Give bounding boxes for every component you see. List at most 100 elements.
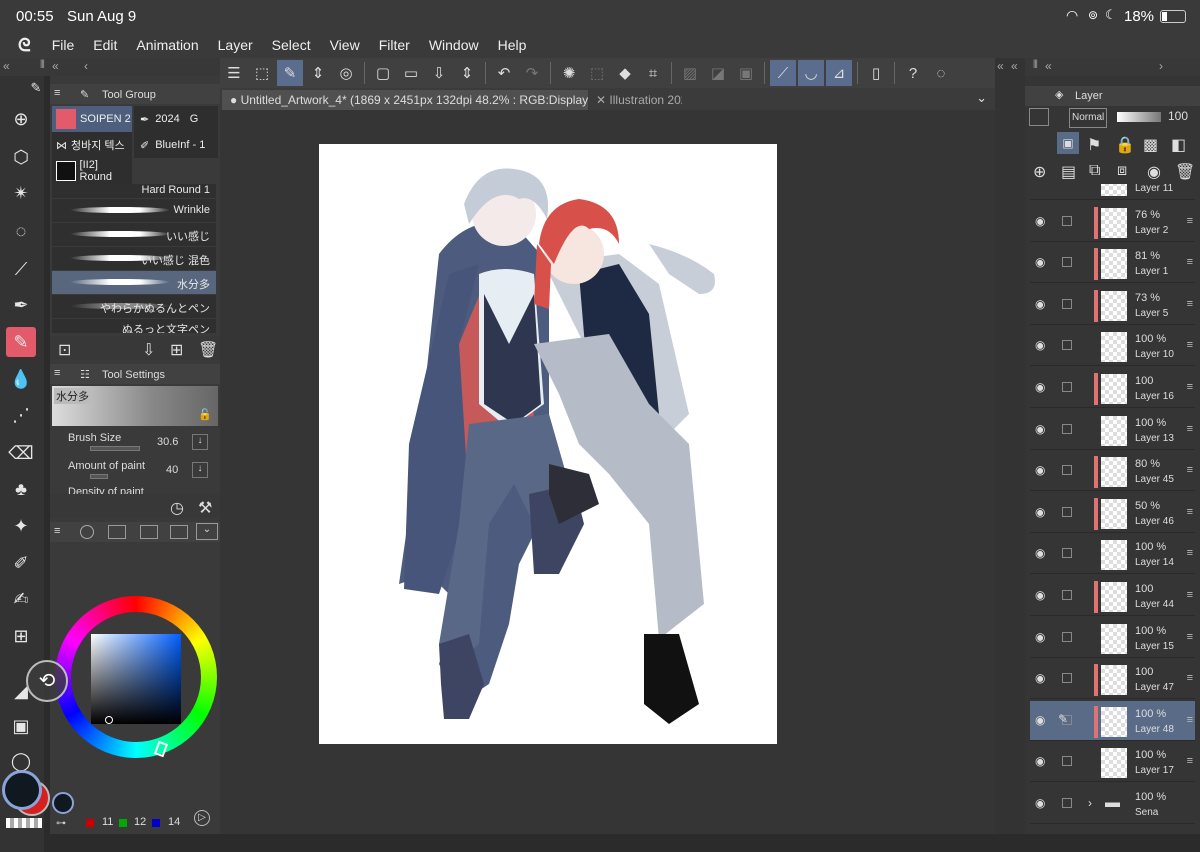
eye-icon[interactable]: ◉ bbox=[1035, 214, 1045, 228]
tab-active[interactable]: ● Untitled_Artwork_4* (1869 x 2451px 132… bbox=[222, 90, 588, 110]
layer-menu-icon[interactable]: ≡ bbox=[1187, 506, 1193, 518]
chevron-updown-icon[interactable]: ⇕ bbox=[305, 60, 331, 86]
subtool-2024[interactable]: ✒ 2024 G bbox=[134, 106, 218, 132]
collapse-icon[interactable]: « bbox=[997, 59, 1004, 73]
canvas-resize-icon[interactable]: ⬚ bbox=[249, 60, 275, 86]
help-icon[interactable]: ? bbox=[900, 60, 926, 86]
amount-value[interactable]: 40 bbox=[166, 464, 178, 476]
layer-menu-icon[interactable]: ≡ bbox=[1187, 381, 1193, 393]
chevron-down-icon[interactable]: ⌄ bbox=[196, 523, 218, 540]
layer-row[interactable]: ◉ 50 % Layer 46 ≡ bbox=[1030, 493, 1195, 533]
subtool-blueinf[interactable]: ✐ BlueInf - 1 bbox=[134, 132, 218, 158]
drag-handle-icon[interactable]: ⦀ bbox=[1033, 59, 1038, 72]
eyedropper-icon[interactable]: ⟋ bbox=[6, 254, 36, 284]
menu-filter[interactable]: Filter bbox=[379, 37, 410, 53]
layer-menu-icon[interactable]: ≡ bbox=[1187, 547, 1193, 559]
chevron-down-icon[interactable]: ⌄ bbox=[976, 90, 987, 106]
layer-checkbox[interactable] bbox=[1062, 548, 1072, 559]
layer-checkbox[interactable] bbox=[1062, 673, 1072, 684]
special-ruler-icon[interactable]: ◡ bbox=[798, 60, 824, 86]
lock-transparency-icon[interactable]: ▩ bbox=[1143, 135, 1158, 155]
mask-icon[interactable]: ◧ bbox=[1171, 135, 1186, 155]
opacity-value[interactable]: 100 bbox=[1168, 109, 1188, 123]
artwork-canvas[interactable] bbox=[319, 144, 777, 744]
chevron-left-icon[interactable]: ‹ bbox=[84, 59, 88, 73]
close-icon[interactable]: ✕ bbox=[596, 93, 606, 107]
lasso-tool-icon[interactable]: ◌ bbox=[6, 216, 36, 246]
menu-file[interactable]: File bbox=[52, 37, 75, 53]
collapse-left-icon[interactable]: « bbox=[3, 59, 10, 73]
main-color-swatch[interactable] bbox=[2, 770, 42, 810]
app-logo-icon[interactable]: ᘓ bbox=[18, 35, 31, 56]
menu-edit[interactable]: Edit bbox=[93, 37, 117, 53]
mask-add-icon[interactable]: ◉ bbox=[1147, 162, 1161, 182]
eraser-icon[interactable]: ⌫ bbox=[6, 438, 36, 468]
edit-brush-icon[interactable]: ✎ bbox=[277, 60, 303, 86]
layer-menu-icon[interactable]: ≡ bbox=[1187, 672, 1193, 684]
brush-nurutto[interactable]: ぬるっと文字ペン bbox=[52, 319, 216, 333]
clear-outside-icon[interactable]: ◪ bbox=[705, 60, 731, 86]
layer-row[interactable]: ◉ 100 % Layer 14 ≡ bbox=[1030, 534, 1195, 575]
spiral-icon[interactable]: ◎ bbox=[333, 60, 359, 86]
brush-iikanji-mix[interactable]: いい感じ 混色 bbox=[52, 247, 216, 270]
frame-icon[interactable]: ⊞ bbox=[6, 621, 36, 651]
pen-small-icon[interactable]: ✎ bbox=[26, 78, 46, 98]
layer-checkbox[interactable] bbox=[1062, 423, 1072, 434]
layer-color-icon[interactable] bbox=[1029, 108, 1049, 126]
transparent-swatch[interactable] bbox=[6, 818, 42, 828]
eye-icon[interactable]: ◉ bbox=[1035, 297, 1045, 311]
layer-menu-icon[interactable]: ≡ bbox=[1187, 589, 1193, 601]
open-folder-icon[interactable]: ▭ bbox=[398, 60, 424, 86]
vector-icon[interactable]: ✍ bbox=[6, 584, 36, 614]
wrench-icon[interactable]: ⚒ bbox=[198, 498, 212, 518]
brush-tool-icon[interactable]: ✎ bbox=[6, 327, 36, 357]
brush-wrinkle[interactable]: Wrinkle bbox=[52, 199, 216, 222]
layer-menu-icon[interactable]: ≡ bbox=[1187, 755, 1193, 767]
play-icon[interactable]: ▷ bbox=[194, 810, 210, 826]
chevron-right-icon[interactable]: › bbox=[1159, 59, 1163, 73]
layer-folder[interactable]: ◉ › ▬ 100 % Sena bbox=[1030, 784, 1195, 824]
undo-icon[interactable]: ↶ bbox=[491, 60, 517, 86]
brush-size-slider[interactable] bbox=[90, 446, 140, 451]
merge-down-icon[interactable]: ⧈ bbox=[1117, 162, 1127, 180]
layer-checkbox[interactable] bbox=[1062, 340, 1072, 351]
tab-inactive[interactable]: ✕ Illustration 2026 bbox=[588, 90, 682, 110]
new-file-icon[interactable]: ▢ bbox=[370, 60, 396, 86]
eye-icon[interactable]: ◉ bbox=[1035, 380, 1045, 394]
layer-row[interactable]: ◉ 100 Layer 44 ≡ bbox=[1030, 576, 1195, 616]
layer-checkbox[interactable] bbox=[1062, 257, 1072, 268]
eye-icon[interactable]: ◉ bbox=[1035, 463, 1045, 477]
trash-icon[interactable]: 🗑 bbox=[198, 340, 218, 360]
menu-layer[interactable]: Layer bbox=[218, 37, 253, 53]
object-tool-icon[interactable]: ⬡ bbox=[6, 142, 36, 172]
brush-iikanji[interactable]: いい感じ bbox=[52, 223, 216, 246]
new-folder-icon[interactable]: ▤ bbox=[1061, 162, 1076, 182]
airbrush-icon[interactable]: ⋰ bbox=[6, 400, 36, 430]
eye-icon[interactable]: ◉ bbox=[1035, 588, 1045, 602]
move-tool-icon[interactable]: ⊕ bbox=[6, 104, 36, 134]
layer-row[interactable]: Layer 11 bbox=[1030, 184, 1195, 200]
layer-menu-icon[interactable]: ≡ bbox=[1187, 631, 1193, 643]
duplicate-icon[interactable]: ⊞ bbox=[170, 340, 183, 360]
brush-suibunta[interactable]: 水分多 bbox=[52, 271, 216, 294]
deselect-icon[interactable]: ⬚ bbox=[584, 60, 610, 86]
fill-icon[interactable]: ◆ bbox=[612, 60, 638, 86]
layer-checkbox[interactable] bbox=[1062, 465, 1072, 476]
hamburger-icon[interactable]: ☰ bbox=[221, 60, 247, 86]
magic-wand-icon[interactable]: ✴ bbox=[6, 178, 36, 208]
layer-menu-icon[interactable]: ≡ bbox=[1187, 215, 1193, 227]
approx-tab-icon[interactable] bbox=[170, 525, 188, 539]
layer-menu-icon[interactable]: ≡ bbox=[1187, 464, 1193, 476]
color-set-tab-icon[interactable] bbox=[108, 525, 126, 539]
gradient-icon[interactable]: ▣ bbox=[6, 711, 36, 741]
eye-icon[interactable]: ◉ bbox=[1035, 630, 1045, 644]
transform-icon[interactable]: ⌗ bbox=[640, 60, 666, 86]
brush-yawaraka[interactable]: やわらかぬるんとペン bbox=[52, 295, 216, 318]
lock-layer-icon[interactable]: 🔒 bbox=[1115, 135, 1135, 155]
layer-checkbox[interactable] bbox=[1062, 506, 1072, 517]
eye-icon[interactable]: ◉ bbox=[1035, 546, 1045, 560]
chevron-updown-icon-2[interactable]: ⇕ bbox=[454, 60, 480, 86]
pressure-icon-2[interactable]: ↓ bbox=[192, 462, 208, 478]
layer-menu-icon[interactable]: ≡ bbox=[1187, 339, 1193, 351]
layer-checkbox[interactable] bbox=[1062, 756, 1072, 767]
